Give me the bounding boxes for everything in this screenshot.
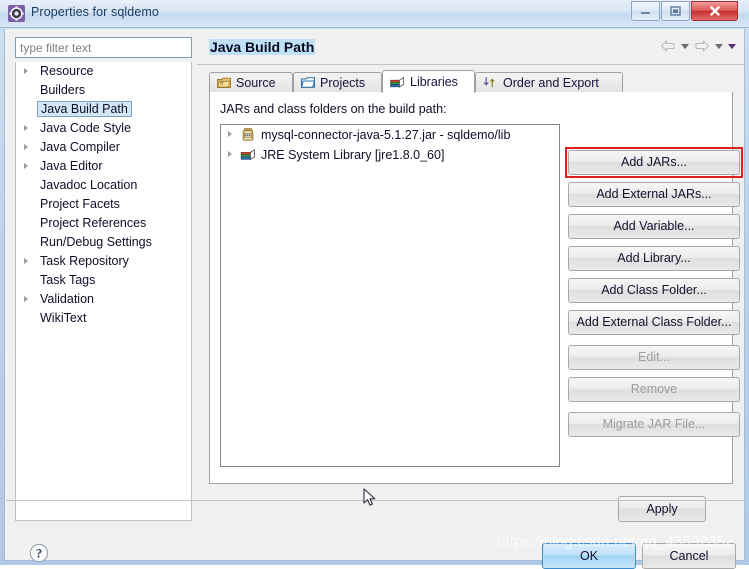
sidebar-item-java-code-style[interactable]: Java Code Style: [16, 119, 191, 138]
sidebar-item-label: Builders: [40, 83, 86, 97]
sidebar-item-task-tags[interactable]: Task Tags: [16, 271, 191, 290]
sidebar-item-task-repository[interactable]: Task Repository: [16, 252, 191, 271]
jars-description-label: JARs and class folders on the build path…: [220, 102, 447, 116]
expand-arrow-icon[interactable]: [24, 258, 28, 264]
tab-label: Libraries: [410, 75, 458, 89]
add-library-button[interactable]: Add Library...: [568, 246, 740, 271]
edit-button: Edit...: [568, 345, 740, 370]
sidebar-item-java-build-path[interactable]: Java Build Path: [16, 100, 191, 119]
sidebar-item-label: Java Code Style: [40, 121, 132, 135]
title-bar: Properties for sqldemo: [0, 0, 749, 28]
sidebar-item-builders[interactable]: Builders: [16, 81, 191, 100]
expand-arrow-icon[interactable]: [24, 68, 28, 74]
sidebar-item-resource[interactable]: Resource: [16, 62, 191, 81]
expand-arrow-icon[interactable]: [24, 163, 28, 169]
open-folder-icon: [301, 76, 315, 89]
expand-arrow-icon[interactable]: [228, 151, 232, 157]
add-external-jars-button[interactable]: Add External JARs...: [568, 182, 740, 207]
order-export-icon: [483, 76, 498, 89]
remove-button: Remove: [568, 377, 740, 402]
help-question-icon[interactable]: ?: [29, 543, 49, 563]
tab-bar: Source Projects Libraries Order and Expo…: [209, 70, 733, 93]
preferences-tree[interactable]: Resource Builders Java Build Path Java C…: [15, 62, 192, 521]
chevron-down-icon[interactable]: [715, 43, 723, 49]
sidebar-item-label: Java Compiler: [40, 140, 120, 154]
sidebar-item-project-references[interactable]: Project References: [16, 214, 191, 233]
sidebar-item-java-compiler[interactable]: Java Compiler: [16, 138, 191, 157]
list-item[interactable]: mysql-connector-java-5.1.27.jar - sqldem…: [221, 125, 559, 145]
close-button[interactable]: [691, 1, 738, 21]
chevron-down-icon[interactable]: [681, 43, 689, 49]
preference-page: Java Build Path Source Projects Librarie…: [197, 30, 744, 560]
sidebar-item-label: Project Facets: [40, 197, 120, 211]
add-external-class-folder-button[interactable]: Add External Class Folder...: [568, 310, 740, 335]
sidebar-item-label: Resource: [40, 64, 94, 78]
page-header: Java Build Path: [197, 30, 744, 65]
tab-source[interactable]: Source: [209, 72, 293, 92]
sidebar-item-label: Validation: [40, 292, 94, 306]
gear-icon: [8, 5, 25, 22]
svg-text:?: ?: [36, 546, 42, 560]
filter-input[interactable]: [15, 37, 192, 58]
sidebar-item-label: Project References: [40, 216, 147, 230]
tab-projects[interactable]: Projects: [293, 72, 382, 92]
jar-list[interactable]: mysql-connector-java-5.1.27.jar - sqldem…: [220, 124, 560, 467]
sidebar-item-wikitext[interactable]: WikiText: [16, 309, 191, 328]
library-books-icon: [390, 76, 405, 89]
properties-dialog-window: Properties for sqldemo type filter text …: [0, 0, 749, 569]
sidebar-item-label: Java Build Path: [37, 101, 132, 117]
arrow-right-icon[interactable]: [694, 39, 710, 53]
jar-icon: [240, 127, 256, 143]
expand-arrow-icon[interactable]: [24, 144, 28, 150]
tab-label: Projects: [320, 75, 366, 90]
list-item[interactable]: JRE System Library [jre1.8.0_60]: [221, 145, 559, 165]
close-icon: [692, 2, 737, 20]
window-title: Properties for sqldemo: [31, 5, 159, 19]
expand-arrow-icon[interactable]: [24, 296, 28, 302]
add-class-folder-button[interactable]: Add Class Folder...: [568, 278, 740, 303]
nav-controls: [660, 39, 736, 53]
tab-label: Order and Export: [503, 75, 599, 90]
sidebar-item-label: Java Editor: [40, 159, 103, 173]
libraries-tab-panel: JARs and class folders on the build path…: [209, 92, 743, 484]
add-jars-button[interactable]: Add JARs...: [568, 150, 740, 175]
sidebar-item-label: Task Repository: [40, 254, 129, 268]
cancel-button[interactable]: Cancel: [642, 543, 736, 569]
minimize-button[interactable]: [631, 1, 660, 21]
tab-label: Source: [236, 75, 276, 90]
arrow-left-icon[interactable]: [660, 39, 676, 53]
chevron-down-icon[interactable]: [728, 43, 736, 49]
sidebar-item-run-debug-settings[interactable]: Run/Debug Settings: [16, 233, 191, 252]
minimize-icon: [632, 2, 659, 20]
sidebar-item-java-editor[interactable]: Java Editor: [16, 157, 191, 176]
expand-arrow-icon[interactable]: [228, 131, 232, 137]
ok-button[interactable]: OK: [542, 543, 636, 569]
footer-divider: [6, 500, 745, 501]
tab-order-and-export[interactable]: Order and Export: [475, 72, 623, 92]
sidebar-item-validation[interactable]: Validation: [16, 290, 191, 309]
sidebar-item-label: Task Tags: [40, 273, 96, 287]
sidebar-item-javadoc-location[interactable]: Javadoc Location: [16, 176, 191, 195]
library-icon: [240, 147, 256, 163]
tab-libraries[interactable]: Libraries: [382, 70, 475, 93]
sidebar-item-label: Javadoc Location: [40, 178, 138, 192]
list-item-label: JRE System Library [jre1.8.0_60]: [261, 148, 445, 162]
maximize-button[interactable]: [661, 1, 690, 21]
list-item-label: mysql-connector-java-5.1.27.jar - sqldem…: [261, 128, 511, 142]
page-title: Java Build Path: [209, 39, 316, 55]
add-variable-button[interactable]: Add Variable...: [568, 214, 740, 239]
library-action-buttons: Add JARs... Add External JARs... Add Var…: [568, 150, 746, 444]
dialog-body: Resource Builders Java Build Path Java C…: [4, 29, 745, 569]
source-folder-icon: [217, 76, 231, 89]
migrate-jar-file-button: Migrate JAR File...: [568, 412, 740, 437]
sidebar-item-project-facets[interactable]: Project Facets: [16, 195, 191, 214]
maximize-icon: [662, 2, 689, 20]
sidebar-item-label: Run/Debug Settings: [40, 235, 152, 249]
expand-arrow-icon[interactable]: [24, 125, 28, 131]
sidebar-item-label: WikiText: [40, 311, 87, 325]
